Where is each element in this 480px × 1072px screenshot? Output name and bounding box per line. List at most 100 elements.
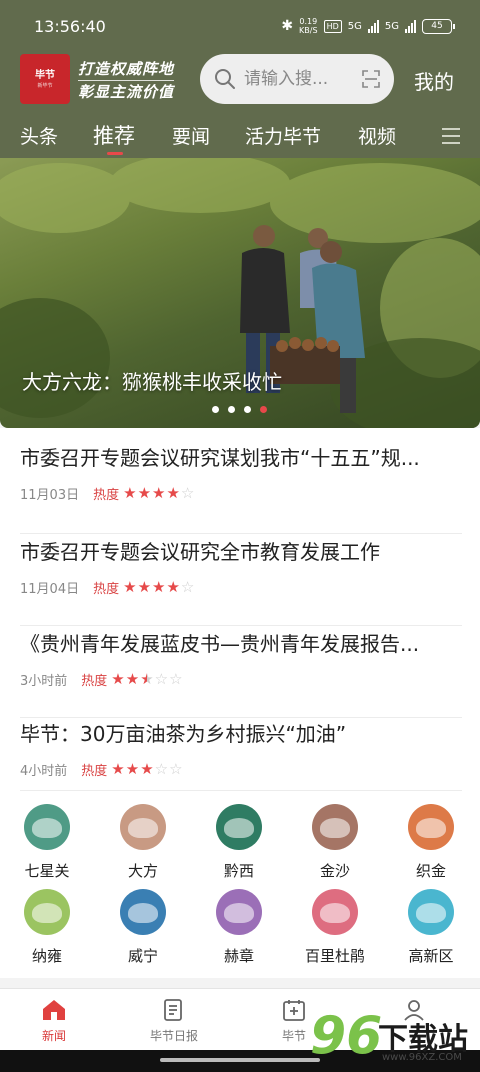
logo-title: 毕节 — [35, 69, 55, 81]
star-icon: ☆ — [169, 760, 183, 778]
heat-label: 热度 — [93, 582, 120, 597]
news-meta: 11月04日 热度 ★ ★ ★ ★ ☆ — [20, 578, 462, 598]
bottom-tab-news[interactable]: 新闻 — [14, 997, 94, 1044]
star-icon: ★ — [125, 670, 140, 688]
district-icon — [312, 804, 358, 850]
star-icon: ★ — [137, 484, 152, 502]
district-dafang[interactable]: 大方 — [103, 804, 183, 881]
active-tab-indicator — [107, 152, 123, 155]
tab-vital-bijie[interactable]: 活力毕节 — [245, 122, 321, 149]
bottom-tab-bijie-daily[interactable]: 毕节日报 — [134, 997, 214, 1044]
carousel-dot[interactable] — [212, 406, 219, 413]
district-icon — [24, 889, 70, 935]
watermark-number: 96 — [310, 1006, 383, 1066]
scan-icon[interactable] — [362, 70, 380, 88]
star-icon: ★ — [140, 760, 154, 778]
net-speed: 0.19 KB/S — [299, 17, 318, 35]
district-label: 纳雍 — [31, 947, 62, 965]
district-qixingguan[interactable]: 七星关 — [7, 804, 87, 881]
district-hezhang[interactable]: 赫章 — [199, 889, 279, 966]
mine-button[interactable]: 我的 — [414, 66, 454, 95]
district-icon — [24, 804, 70, 850]
home-icon — [43, 1000, 65, 1020]
watermark-url: www.96XZ.COM — [382, 1052, 462, 1063]
district-nayong[interactable]: 纳雍 — [7, 889, 87, 966]
search-bar[interactable] — [200, 54, 394, 104]
news-date: 4小时前 — [20, 764, 68, 779]
heat-rating: ★ ★ ★ ☆ ☆ — [111, 672, 182, 687]
tab-video[interactable]: 视频 — [358, 122, 396, 149]
district-label: 织金 — [415, 862, 446, 880]
district-zhijin[interactable]: 织金 — [391, 804, 471, 881]
news-item[interactable]: 《贵州青年发展蓝皮书—贵州青年发展报告... 3小时前 热度 ★ ★ ★ ☆ ☆ — [20, 626, 462, 718]
district-label: 高新区 — [408, 947, 454, 965]
menu-icon[interactable] — [442, 128, 460, 149]
signal-icon — [367, 19, 379, 33]
district-label: 赫章 — [223, 947, 254, 965]
banner-carousel[interactable]: 大方六龙：猕猴桃丰收采收忙 — [0, 158, 480, 428]
district-grid: 七星关 大方 黔西 金沙 织金 纳雍 威宁 赫章 百里杜鹃 高新区 — [0, 790, 480, 978]
search-input[interactable] — [244, 69, 344, 89]
district-icon — [120, 804, 166, 850]
app-logo[interactable]: 毕节 新毕节 — [20, 54, 70, 104]
news-item[interactable]: 市委召开专题会议研究全市教育发展工作 11月04日 热度 ★ ★ ★ ★ ☆ — [20, 534, 462, 626]
battery-icon: 45 — [422, 18, 455, 34]
home-indicator[interactable] — [160, 1058, 320, 1062]
star-icon: ★ — [125, 760, 140, 778]
heat-label: 热度 — [93, 488, 120, 503]
heat-label: 热度 — [81, 764, 108, 779]
carousel-dot-active[interactable] — [260, 406, 267, 413]
signal-icon-2 — [405, 19, 416, 33]
star-icon: ★ — [140, 670, 154, 688]
district-icon — [120, 889, 166, 935]
news-list: 市委召开专题会议研究谋划我市“十五五”规... 11月03日 热度 ★ ★ ★ ★ ☆ … — [0, 428, 480, 798]
status-bar: 13:56:40 ✱ 0.19 KB/S HD 5G 5G 45 — [0, 0, 480, 54]
district-label: 金沙 — [319, 862, 350, 880]
channel-tabs: 头条 推荐 要闻 活力毕节 视频 — [0, 118, 480, 158]
news-item[interactable]: 市委召开专题会议研究谋划我市“十五五”规... 11月03日 热度 ★ ★ ★ ★ ☆ — [20, 442, 462, 534]
news-title: 毕节：30万亩油茶为乡村振兴“加油” — [20, 722, 347, 746]
signal-5g-label-2: 5G — [384, 20, 399, 32]
star-icon: ☆ — [169, 670, 183, 688]
district-label: 七星关 — [24, 862, 70, 880]
star-icon: ★ — [152, 484, 166, 502]
tab-recommend[interactable]: 推荐 — [93, 120, 135, 150]
calendar-plus-icon — [283, 1000, 305, 1021]
news-date: 11月03日 — [20, 488, 80, 503]
star-icon: ☆ — [154, 670, 169, 688]
star-icon: ★ — [111, 670, 125, 688]
star-icon: ☆ — [180, 484, 195, 502]
district-icon — [216, 804, 262, 850]
bottom-tab-label: 毕节日报 — [149, 1029, 198, 1043]
hd-badge: HD — [323, 19, 342, 33]
news-item[interactable]: 毕节：30万亩油茶为乡村振兴“加油” 4小时前 热度 ★ ★ ★ ☆ ☆ — [20, 718, 462, 794]
tab-news[interactable]: 要闻 — [172, 122, 210, 149]
heat-label: 热度 — [81, 674, 108, 689]
district-weining[interactable]: 威宁 — [103, 889, 183, 966]
star-icon: ★ — [123, 484, 137, 502]
star-icon: ★ — [123, 578, 137, 596]
logo-subtitle: 新毕节 — [37, 82, 53, 89]
divider — [20, 790, 462, 791]
news-date: 11月04日 — [20, 582, 80, 597]
star-icon: ★ — [111, 760, 125, 778]
district-icon — [312, 889, 358, 935]
district-label: 黔西 — [223, 862, 254, 880]
bluetooth-icon: ✱ — [281, 18, 294, 34]
newspaper-icon — [164, 999, 182, 1021]
watermark-logo: 96 下载站 www.96XZ.COM — [310, 1008, 480, 1068]
district-gaoxinqu[interactable]: 高新区 — [391, 889, 471, 966]
tab-headlines[interactable]: 头条 — [20, 122, 58, 149]
carousel-dot[interactable] — [228, 406, 235, 413]
district-icon — [408, 804, 454, 850]
district-bailidujuan[interactable]: 百里杜鹃 — [295, 889, 375, 966]
slogan-line-1: 打造权威阵地 — [78, 58, 175, 81]
news-title: 市委召开专题会议研究谋划我市“十五五”规... — [20, 446, 420, 470]
star-icon: ☆ — [180, 578, 195, 596]
news-title: 市委召开专题会议研究全市教育发展工作 — [20, 540, 380, 564]
district-icon — [216, 889, 262, 935]
district-qianxi[interactable]: 黔西 — [199, 804, 279, 881]
slogan: 打造权威阵地 彰显主流价值 — [78, 58, 175, 103]
carousel-dot[interactable] — [244, 406, 251, 413]
district-jinsha[interactable]: 金沙 — [295, 804, 375, 881]
